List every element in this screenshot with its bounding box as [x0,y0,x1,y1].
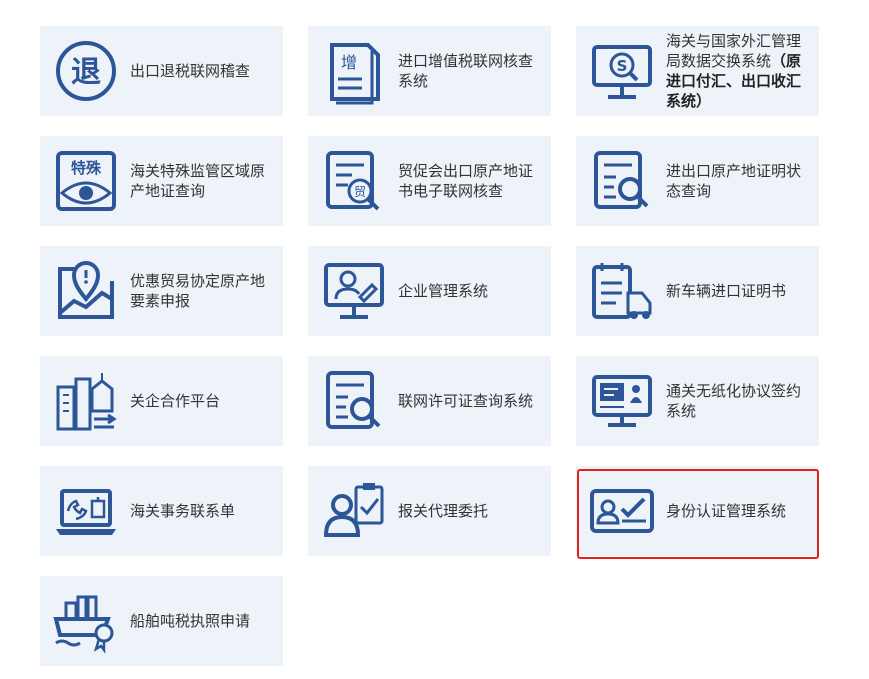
icon-glyph: 特殊 [71,159,102,177]
tile-export-tax-refund[interactable]: 退 出口退税联网稽查 [40,26,283,116]
ship-tonnage-license-icon [53,587,118,655]
tile-identity-auth-management[interactable]: 身份认证管理系统 [576,466,819,556]
tile-enterprise-management[interactable]: 企业管理系统 [308,246,551,336]
vehicle-document-icon [590,257,654,325]
icon-glyph: 贸 [354,185,366,199]
tile-import-vat-check[interactable]: 增 进口增值税联网核查系统 [308,26,551,116]
tile-label: 关企合作平台 [130,392,221,410]
license-search-icon [322,367,386,435]
customs-enterprise-building-icon [54,367,118,435]
tile-label: 海关与国家外汇管理局数据交换系统（原进口付汇、出口收汇系统） [666,31,811,111]
tile-customs-agent-entrust[interactable]: 报关代理委托 [308,466,551,556]
tile-label: 身份认证管理系统 [666,502,787,520]
tile-label: 出口退税联网稽查 [130,62,251,80]
tile-label: 报关代理委托 [398,502,489,520]
tile-label: 进出口原产地证明状态查询 [666,162,802,200]
tile-new-vehicle-import-cert[interactable]: 新车辆进口证明书 [576,246,819,336]
ccpit-certificate-search-icon: 贸 [322,147,386,215]
tile-label: 贸促会出口原产地证书电子联网核查 [398,162,534,200]
map-pin-chart-icon [54,257,118,325]
certificate-status-search-icon [590,147,654,215]
tile-ccpit-origin-check[interactable]: 贸 贸促会出口原产地证书电子联网核查 [308,136,551,226]
tile-ship-tonnage-license[interactable]: 船舶吨税执照申请 [40,576,283,666]
paperless-agreement-monitor-icon [590,367,654,435]
special-zone-eye-icon: 特殊 [54,147,118,215]
icon-glyph: 退 [71,55,101,90]
tile-license-query[interactable]: 联网许可证查询系统 [308,356,551,446]
tile-customs-affairs-contact[interactable]: 海关事务联系单 [40,466,283,556]
tile-special-zone-origin[interactable]: 特殊 海关特殊监管区域原产地证查询 [40,136,283,226]
tax-refund-icon: 退 [54,37,118,105]
tile-label: 海关事务联系单 [130,502,236,520]
tile-label: 新车辆进口证明书 [666,282,787,300]
tile-customs-forex-exchange[interactable]: S 海关与国家外汇管理局数据交换系统（原进口付汇、出口收汇系统） [576,26,819,116]
user-monitor-icon [322,257,386,325]
icon-glyph: 增 [341,53,357,72]
tile-label: 联网许可证查询系统 [398,392,534,410]
tile-label: 企业管理系统 [398,282,489,300]
tile-label: 优惠贸易协定原产地要素申报 [130,272,266,310]
tile-label: 通关无纸化协议签约系统 [666,382,802,420]
identity-verification-card-icon [590,477,654,545]
tile-customs-enterprise-platform[interactable]: 关企合作平台 [40,356,283,446]
tile-origin-cert-status[interactable]: 进出口原产地证明状态查询 [576,136,819,226]
forex-monitor-icon: S [590,37,654,105]
tile-label: 进口增值税联网核查系统 [398,52,534,90]
vat-document-icon: 增 [322,37,386,105]
laptop-contact-icon [54,477,118,545]
tile-label: 船舶吨税执照申请 [130,612,251,630]
svg-text:S: S [617,57,628,75]
agent-clipboard-icon [322,477,386,545]
tile-preferential-trade-origin[interactable]: 优惠贸易协定原产地要素申报 [40,246,283,336]
tile-paperless-agreement[interactable]: 通关无纸化协议签约系统 [576,356,819,446]
tile-label: 海关特殊监管区域原产地证查询 [130,162,266,200]
